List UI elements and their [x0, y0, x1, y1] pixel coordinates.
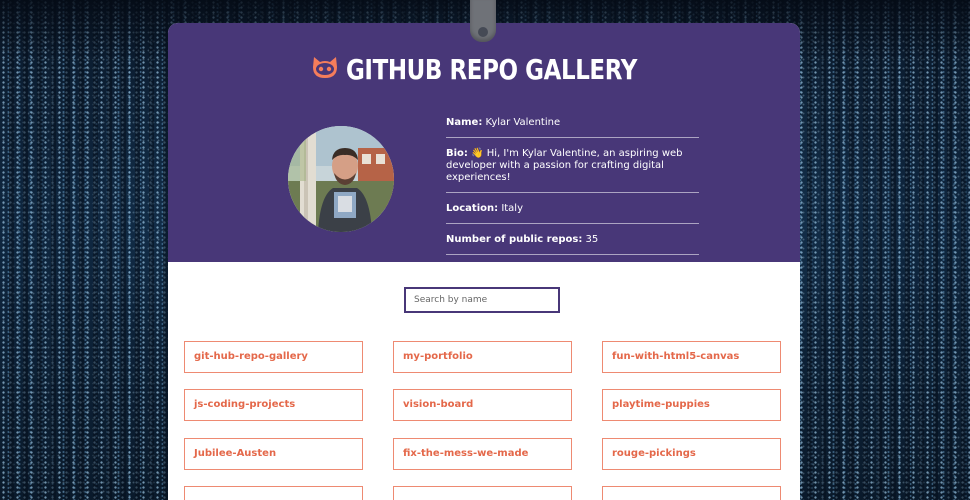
repo-item[interactable]: my-portfolio [393, 341, 572, 373]
octocat-icon [310, 54, 340, 80]
search-input[interactable] [404, 287, 560, 313]
repo-item[interactable]: rouge-pickings [602, 438, 781, 470]
avatar [288, 126, 394, 232]
repo-item[interactable]: fun-with-html5-canvas [602, 341, 781, 373]
repo-item-partial[interactable] [184, 486, 363, 500]
repo-item-partial[interactable] [602, 486, 781, 500]
repo-item[interactable]: js-coding-projects [184, 389, 363, 421]
page-title: GITHUB REPO GALLERY [345, 53, 637, 86]
profile-location-row: Location: Italy [446, 203, 699, 224]
profile-info: Name: Kylar Valentine Bio: 👋 Hi, I'm Kyl… [446, 117, 699, 265]
profile-repos-row: Number of public repos: 35 [446, 234, 699, 255]
clip-hanger [470, 0, 496, 42]
profile-name-row: Name: Kylar Valentine [446, 117, 699, 138]
clip-hole [478, 27, 488, 37]
repo-item[interactable]: Jubilee-Austen [184, 438, 363, 470]
name-label: Name: [446, 117, 483, 128]
bio-label: Bio: [446, 148, 468, 159]
profile-bio: 👋 Hi, I'm Kylar Valentine, an aspiring w… [446, 148, 683, 183]
repos-count: 35 [585, 234, 599, 245]
profile-bio-row: Bio: 👋 Hi, I'm Kylar Valentine, an aspir… [446, 148, 699, 193]
profile-location: Italy [501, 203, 524, 214]
repo-item[interactable]: vision-board [393, 389, 572, 421]
title-row: GITHUB REPO GALLERY [168, 53, 800, 86]
repo-item[interactable]: fix-the-mess-we-made [393, 438, 572, 470]
repos-count-label: Number of public repos: [446, 234, 583, 245]
profile-header: GITHUB REPO GALLERY Name: Kylar Valentin… [168, 23, 800, 262]
location-label: Location: [446, 203, 499, 214]
gallery-card: GITHUB REPO GALLERY Name: Kylar Valentin… [168, 23, 800, 500]
repo-item[interactable]: playtime-puppies [602, 389, 781, 421]
repo-item-partial[interactable] [393, 486, 572, 500]
profile-name: Kylar Valentine [485, 117, 561, 128]
repo-item[interactable]: git-hub-repo-gallery [184, 341, 363, 373]
